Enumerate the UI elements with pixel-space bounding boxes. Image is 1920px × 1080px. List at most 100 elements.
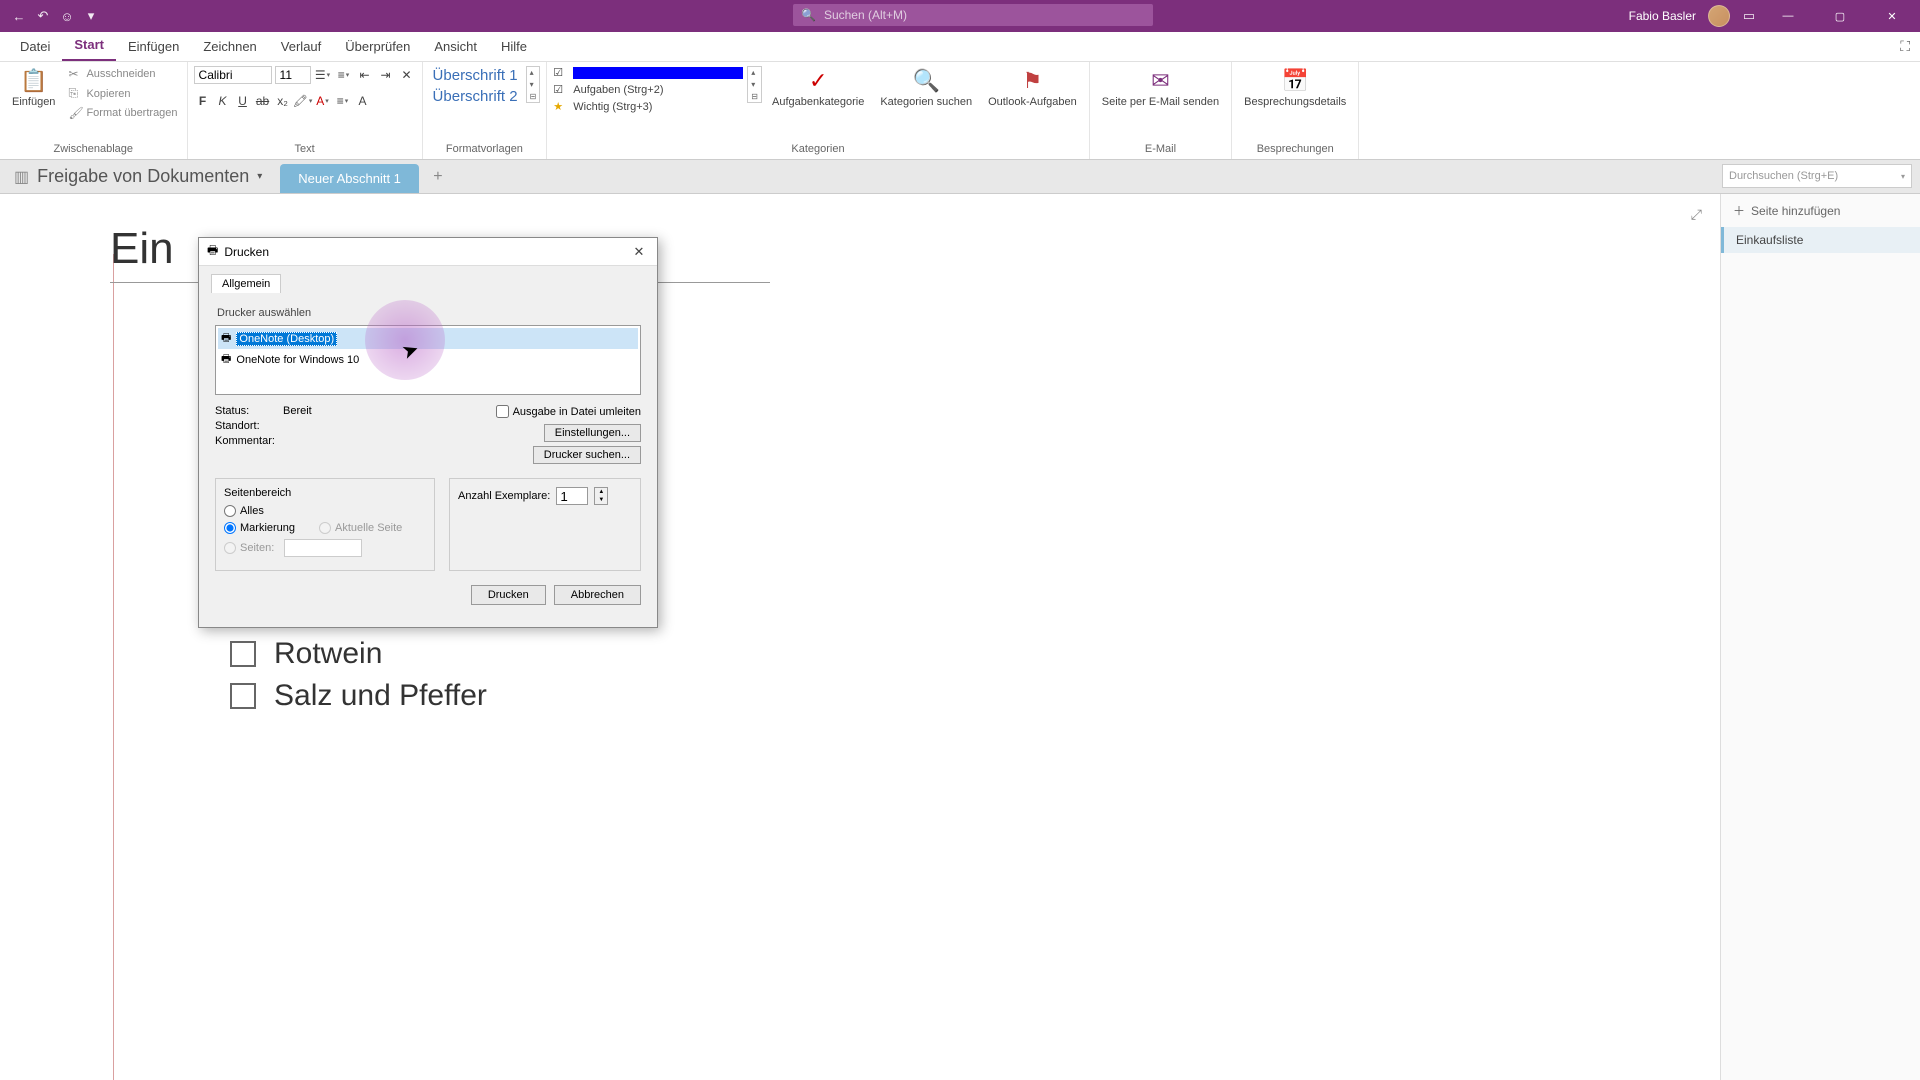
menu-start[interactable]: Start [62, 31, 116, 61]
list-item[interactable]: Salz und Pfeffer [230, 679, 1720, 713]
search-input[interactable]: 🔍 Suchen (Alt+M) [793, 4, 1153, 26]
checkbox[interactable] [230, 683, 256, 709]
printer-item-onenote-win10[interactable]: 🖶 OneNote for Windows 10 [218, 349, 638, 370]
add-section-button[interactable]: + [425, 164, 451, 190]
minimize-button[interactable]: ― [1768, 4, 1808, 28]
notes-icon[interactable]: ▭ [1742, 9, 1756, 23]
tag-more-icon[interactable]: ⊟ [748, 91, 761, 102]
email-page-button[interactable]: ✉Seite per E-Mail senden [1096, 66, 1225, 110]
indent-button[interactable]: ⇥ [377, 66, 395, 84]
printer-item-onenote-desktop[interactable]: 🖶 OneNote (Desktop) [218, 328, 638, 349]
undo-icon[interactable]: ↶ [36, 9, 50, 23]
brush-icon: 🖌 [68, 106, 82, 120]
settings-button[interactable]: Einstellungen... [544, 424, 641, 442]
notebook-icon: ▥ [14, 167, 29, 187]
copy-button[interactable]: ⎘Kopieren [65, 85, 180, 102]
emoji-icon[interactable]: ☺ [60, 9, 74, 23]
subscript-button[interactable]: x₂ [274, 92, 292, 110]
dialog-titlebar[interactable]: 🖶 Drucken ✕ [199, 238, 657, 266]
clear-all-button[interactable]: A [354, 92, 372, 110]
tag-up-icon[interactable]: ▴ [748, 67, 761, 78]
font-name-select[interactable]: Calibri [194, 66, 272, 84]
font-size-select[interactable]: 11 [275, 66, 311, 84]
copies-input[interactable] [556, 487, 588, 505]
collapse-ribbon-icon[interactable]: ⛶ [1900, 38, 1910, 55]
range-all-radio[interactable] [224, 505, 236, 517]
group-label-clipboard: Zwischenablage [6, 141, 181, 157]
bold-button[interactable]: F [194, 92, 212, 110]
strikethrough-button[interactable]: ab [254, 92, 272, 110]
close-button[interactable]: ✕ [1872, 4, 1912, 28]
range-pages-radio [224, 542, 236, 554]
bullet-list-button[interactable]: ☰▾ [314, 66, 332, 84]
style-heading1[interactable]: Überschrift 1 [429, 66, 522, 85]
tag-down-icon[interactable]: ▾ [748, 79, 761, 90]
highlight-button[interactable]: 🖍▾ [294, 92, 312, 110]
menu-verlauf[interactable]: Verlauf [269, 33, 333, 61]
cut-button[interactable]: ✂Ausschneiden [65, 66, 180, 82]
tag-highlight[interactable]: ☑x [553, 66, 743, 79]
search-icon: 🔍 [801, 8, 816, 22]
add-page-button[interactable]: ＋Seite hinzufügen [1721, 194, 1920, 227]
checkbox-icon: ☑ [553, 83, 567, 96]
font-color-button[interactable]: A▾ [314, 92, 332, 110]
checkbox[interactable] [230, 641, 256, 667]
titlebar: ← ↶ ☺ ▾ Einkaufsliste - OneNote 🔍 Suchen… [0, 0, 1920, 32]
chevron-down-icon: ▾ [1901, 172, 1905, 181]
tag-todo[interactable]: ☑Aufgaben (Strg+2) [553, 83, 743, 96]
menu-ueberpruefen[interactable]: Überprüfen [333, 33, 422, 61]
range-current-radio [319, 522, 331, 534]
style-down-icon[interactable]: ▾ [527, 79, 540, 90]
user-name[interactable]: Fabio Basler [1629, 9, 1696, 23]
meeting-details-button[interactable]: 📅Besprechungsdetails [1238, 66, 1352, 110]
clear-format-button[interactable]: ✕ [398, 66, 416, 84]
page-entry[interactable]: Einkaufsliste [1721, 227, 1920, 253]
style-more-icon[interactable]: ⊟ [527, 91, 540, 102]
maximize-button[interactable]: ▢ [1820, 4, 1860, 28]
align-button[interactable]: ≡▾ [334, 92, 352, 110]
menubar: Datei Start Einfügen Zeichnen Verlauf Üb… [0, 32, 1920, 62]
menu-hilfe[interactable]: Hilfe [489, 33, 539, 61]
tab-general[interactable]: Allgemein [211, 274, 281, 293]
underline-button[interactable]: U [234, 92, 252, 110]
outlook-tasks-button[interactable]: ⚑Outlook-Aufgaben [982, 66, 1083, 110]
range-selection-radio[interactable] [224, 522, 236, 534]
menu-einfuegen[interactable]: Einfügen [116, 33, 191, 61]
avatar[interactable] [1708, 5, 1730, 27]
spinner-up-icon[interactable]: ▲ [595, 488, 607, 496]
paste-button[interactable]: 📋 Einfügen [6, 66, 61, 110]
search-placeholder: Suchen (Alt+M) [824, 8, 907, 22]
tag-important[interactable]: ★Wichtig (Strg+3) [553, 100, 743, 113]
section-tab[interactable]: Neuer Abschnitt 1 [280, 164, 419, 193]
menu-ansicht[interactable]: Ansicht [422, 33, 489, 61]
italic-button[interactable]: K [214, 92, 232, 110]
task-category-button[interactable]: ✓Aufgabenkategorie [766, 66, 870, 110]
find-printer-button[interactable]: Drucker suchen... [533, 446, 641, 464]
numbered-list-button[interactable]: ≡▾ [335, 66, 353, 84]
page-list-panel: ＋Seite hinzufügen Einkaufsliste [1720, 194, 1920, 1080]
printer-icon: 🖶 [221, 350, 231, 369]
group-label-email: E-Mail [1096, 141, 1225, 157]
format-painter-button[interactable]: 🖌Format übertragen [65, 105, 180, 121]
expand-icon[interactable]: ⤢ [1691, 206, 1702, 223]
notebook-dropdown[interactable]: ▥ Freigabe von Dokumenten ▾ [0, 166, 276, 187]
search-tags-icon: 🔍 [913, 68, 940, 94]
checkbox-icon: ☑ [553, 66, 567, 79]
print-button[interactable]: Drucken [471, 585, 546, 605]
outdent-button[interactable]: ⇤ [356, 66, 374, 84]
style-up-icon[interactable]: ▴ [527, 67, 540, 78]
spinner-down-icon[interactable]: ▼ [595, 496, 607, 504]
print-to-file-checkbox[interactable] [496, 405, 509, 418]
copies-spinner[interactable]: ▲▼ [594, 487, 608, 505]
menu-datei[interactable]: Datei [8, 33, 62, 61]
cancel-button[interactable]: Abbrechen [554, 585, 641, 605]
customize-qat-icon[interactable]: ▾ [84, 9, 98, 23]
back-icon[interactable]: ← [12, 9, 26, 23]
notebook-search-input[interactable]: Durchsuchen (Strg+E) ▾ [1722, 164, 1912, 188]
close-icon[interactable]: ✕ [629, 242, 649, 262]
menu-zeichnen[interactable]: Zeichnen [191, 33, 268, 61]
envelope-icon: ✉ [1151, 68, 1169, 94]
search-categories-button[interactable]: 🔍Kategorien suchen [874, 66, 978, 110]
list-item[interactable]: Rotwein [230, 637, 1720, 671]
style-heading2[interactable]: Überschrift 2 [429, 87, 522, 106]
